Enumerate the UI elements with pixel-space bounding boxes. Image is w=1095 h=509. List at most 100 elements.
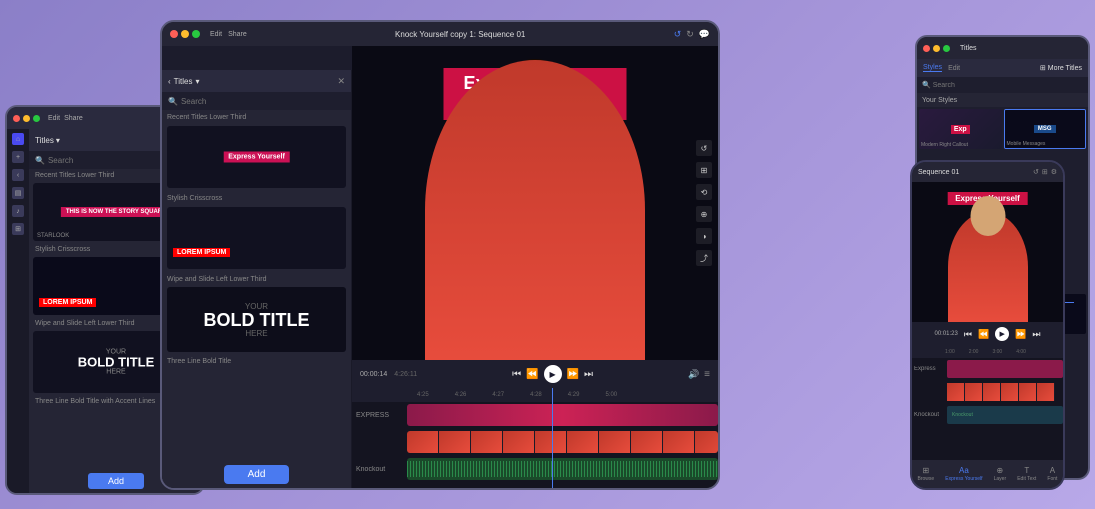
edit-nav[interactable]: Edit xyxy=(48,115,60,122)
duration: 4:26:11 xyxy=(394,371,417,378)
library-icon[interactable]: ▤ xyxy=(12,187,24,199)
desktop-inner-panel: ‹ Titles ▾ ✕ 🔍 Recent Titles Lower Third… xyxy=(162,70,352,488)
rewind-icon[interactable]: ⏪ xyxy=(526,369,538,380)
grid-label-1: Modern Right Callout xyxy=(921,142,968,148)
minimize-dot xyxy=(181,30,189,38)
layer-tab[interactable]: ⊕ Layer xyxy=(994,466,1007,482)
effects-icon[interactable]: ⊞ xyxy=(12,223,24,235)
rotate-icon[interactable]: ↺ xyxy=(696,140,712,156)
close-inner-panel[interactable]: ✕ xyxy=(337,76,345,87)
inner-panel-title-row: ‹ Titles ▾ xyxy=(168,77,200,86)
tab-edit[interactable]: Edit xyxy=(948,65,960,72)
express-bar xyxy=(407,404,718,426)
tr-search-row: 🔍 xyxy=(917,77,1088,93)
expand-icon[interactable]: ⊞ xyxy=(1042,168,1048,176)
lorem-badge: LOREM IPSUM xyxy=(39,298,96,307)
audio-track-content[interactable] xyxy=(407,458,718,480)
speech-icon[interactable]: 💬 xyxy=(699,29,710,40)
grid-item-1[interactable]: Exp Modern Right Callout xyxy=(919,109,1002,149)
edit-text-label: Edit Text xyxy=(1017,476,1036,482)
dip-card2[interactable]: LOREM IPSUM xyxy=(167,207,346,269)
phone-person-face xyxy=(970,196,1005,236)
undo-icon[interactable]: ↺ xyxy=(674,29,682,40)
audio-track: Knockout xyxy=(352,456,718,482)
phone-ruler: 1:00 2:00 3:00 4:00 xyxy=(912,346,1063,358)
transform-icon[interactable]: ⟲ xyxy=(696,184,712,200)
edit-menu[interactable]: Edit xyxy=(210,31,222,38)
ph-next-icon[interactable]: ⏭ xyxy=(1032,329,1040,340)
share-icon[interactable]: ⤴ xyxy=(696,250,712,266)
dip-section4: Three Line Bold Title xyxy=(162,354,351,367)
inner-search-input[interactable] xyxy=(181,97,345,106)
dip-card1[interactable]: Express Yourself xyxy=(167,126,346,188)
crop-icon[interactable]: ⊞ xyxy=(696,162,712,178)
minimize-dot xyxy=(23,115,30,122)
tab-styles[interactable]: Styles xyxy=(923,64,942,72)
close-dot xyxy=(13,115,20,122)
thumb-2 xyxy=(439,431,471,453)
ph-express-label: Express xyxy=(912,366,947,372)
thumb-5 xyxy=(535,431,567,453)
dip-bold-card[interactable]: YOUR BOLD TITLE HERE xyxy=(167,287,346,352)
color-icon[interactable]: ◑ xyxy=(696,228,712,244)
redo-icon[interactable]: ↻ xyxy=(686,29,694,40)
ph-knockout-content[interactable]: Knockout xyxy=(947,406,1063,424)
express-label: Express Yourself xyxy=(945,476,982,482)
tr-min-dot xyxy=(933,45,940,52)
playhead xyxy=(552,388,553,488)
back-icon[interactable]: ‹ xyxy=(12,169,24,181)
dip-section2: Stylish Crisscross xyxy=(162,191,351,204)
phone-topbar: Sequence 01 ↺ ⊞ ⚙ xyxy=(912,162,1063,182)
ph-prev-icon[interactable]: ⏮ xyxy=(964,329,972,340)
share-menu[interactable]: Share xyxy=(228,31,247,38)
phone-seq-title: Sequence 01 xyxy=(918,169,1029,176)
dip-add-container: Add xyxy=(162,460,351,488)
ph-video-content[interactable] xyxy=(947,383,1063,401)
ph-forward-icon[interactable]: ⏩ xyxy=(1015,329,1026,340)
browse-tab[interactable]: ⊞ Browse xyxy=(918,466,935,482)
phone-playback-controls: 00:01:23 ⏮ ⏪ ▶ ⏩ ⏭ xyxy=(912,322,1063,346)
ph-knockout-text: Knockout xyxy=(949,412,973,418)
audio-track-label: Knockout xyxy=(352,466,407,473)
undo-icon[interactable]: ↺ xyxy=(1033,168,1039,176)
desktop-main: Edit Share Knock Yourself copy 1: Sequen… xyxy=(160,20,720,490)
titles-button[interactable]: Titles ▾ xyxy=(35,136,60,145)
tr-search-input[interactable] xyxy=(933,82,1083,89)
more-titles-btn[interactable]: ⊞ More Titles xyxy=(1040,64,1082,72)
home-icon[interactable]: ⌂ xyxy=(12,133,24,145)
express-track-content[interactable] xyxy=(407,404,718,426)
edit-text-tab[interactable]: T Edit Text xyxy=(1017,466,1036,482)
video-preview-area: Express Yourself ↺ ⊞ ⟲ ⊕ ◑ ⤴ xyxy=(352,46,718,360)
more-titles-label: More Titles xyxy=(1048,65,1082,72)
add-icon[interactable]: + xyxy=(12,151,24,163)
font-tab[interactable]: A Font xyxy=(1047,466,1057,482)
ph-play-button[interactable]: ▶ xyxy=(995,327,1009,341)
play-button[interactable]: ▶ xyxy=(544,365,562,383)
add-button[interactable]: Add xyxy=(88,473,144,489)
music-icon[interactable]: ♪ xyxy=(12,205,24,217)
add-title-button[interactable]: Add xyxy=(224,465,290,484)
settings-icon[interactable]: ⚙ xyxy=(1051,168,1057,176)
ph-rewind-icon[interactable]: ⏪ xyxy=(978,329,989,340)
thumb-7 xyxy=(599,431,631,453)
forward-icon[interactable]: ⏩ xyxy=(567,369,579,380)
share-nav[interactable]: Share xyxy=(64,115,83,122)
video-track-content[interactable] xyxy=(407,431,718,453)
express-yourself-tab[interactable]: Aa Express Yourself xyxy=(945,466,982,482)
volume-icon[interactable]: 🔊 xyxy=(688,369,699,380)
express-track: EXPRESS xyxy=(352,402,718,428)
prev-icon[interactable]: ⏮ xyxy=(512,369,521,380)
bold-here-text: HERE xyxy=(78,369,155,376)
grid-item-2[interactable]: MSG Mobile Messages xyxy=(1004,109,1087,149)
back-icon[interactable]: ‹ xyxy=(168,77,171,86)
mark1: 4:25 xyxy=(417,392,429,398)
menu-icon[interactable]: ≡ xyxy=(704,369,710,380)
browse-label: Browse xyxy=(918,476,935,482)
phone-ruler-marks: 1:00 2:00 3:00 4:00 xyxy=(945,349,1026,355)
desktop-body: ‹ Titles ▾ ✕ 🔍 Recent Titles Lower Third… xyxy=(162,46,718,488)
ph-express-content[interactable] xyxy=(947,360,1063,378)
thumb-1 xyxy=(407,431,439,453)
zoom-icon[interactable]: ⊕ xyxy=(696,206,712,222)
next-icon[interactable]: ⏭ xyxy=(584,369,593,380)
ph-thumb-5 xyxy=(1019,383,1037,401)
